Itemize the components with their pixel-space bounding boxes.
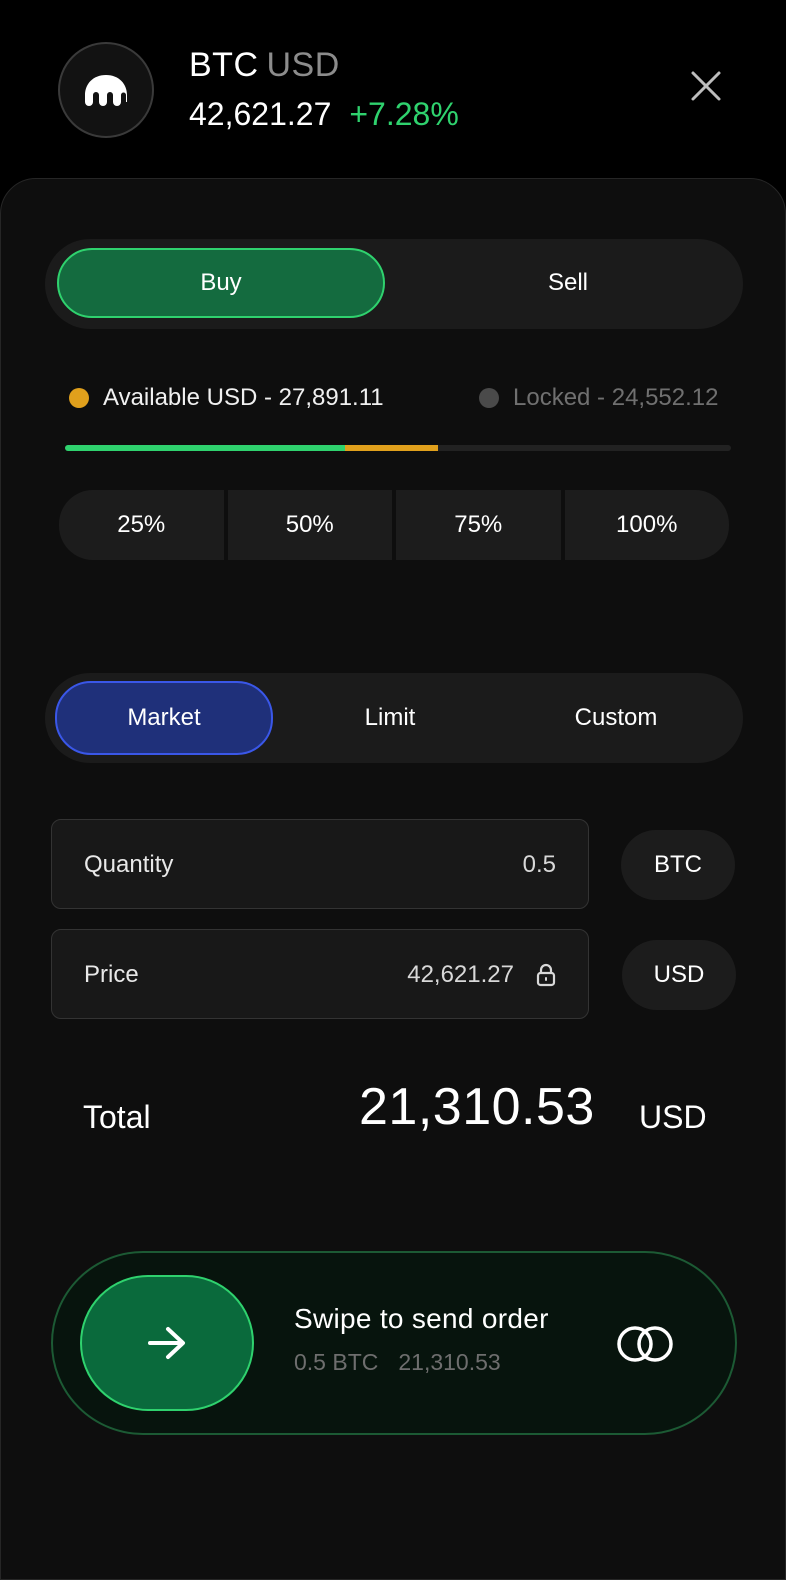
progress-available bbox=[65, 445, 345, 451]
order-sheet: Buy Sell Available USD - 27,891.11 Locke… bbox=[0, 178, 786, 1580]
buy-button[interactable]: Buy bbox=[57, 248, 385, 318]
percent-100-button[interactable]: 100% bbox=[564, 490, 729, 560]
kraken-logo-icon bbox=[58, 42, 154, 138]
price-unit-button[interactable]: USD bbox=[622, 940, 736, 1010]
available-balance-label: Available USD - 27,891.11 bbox=[103, 384, 384, 411]
balance-progress-bar bbox=[65, 445, 731, 451]
sell-button[interactable]: Sell bbox=[403, 248, 733, 318]
quote-asset: USD bbox=[266, 46, 340, 84]
available-dot-icon bbox=[69, 388, 89, 408]
percent-75-button[interactable]: 75% bbox=[396, 490, 561, 560]
price-value: 42,621.27 bbox=[407, 961, 514, 988]
custom-button[interactable]: Custom bbox=[511, 681, 721, 755]
quantity-unit-button[interactable]: BTC bbox=[621, 830, 735, 900]
percent-50-button[interactable]: 50% bbox=[227, 490, 392, 560]
price-change: +7.28% bbox=[349, 96, 459, 132]
swipe-to-send[interactable]: Swipe to send order 0.5 BTC 21,310.53 bbox=[51, 1251, 737, 1435]
pair-title: BTC USD bbox=[189, 44, 340, 86]
double-circle-icon bbox=[617, 1326, 673, 1362]
swipe-summary-qty: 0.5 BTC bbox=[294, 1349, 379, 1375]
locked-dot-icon bbox=[479, 388, 499, 408]
quantity-field[interactable]: Quantity 0.5 bbox=[51, 819, 589, 909]
side-toggle: Buy Sell bbox=[45, 239, 743, 329]
locked-balance: Locked - 24,552.12 bbox=[479, 383, 719, 413]
available-balance: Available USD - 27,891.11 bbox=[69, 383, 384, 413]
price-label: Price bbox=[84, 961, 139, 988]
base-asset: BTC bbox=[189, 46, 259, 84]
close-button[interactable] bbox=[686, 66, 726, 106]
header: BTC USD 42,621.27 +7.28% bbox=[0, 0, 786, 180]
current-price: 42,621.27 bbox=[189, 96, 332, 132]
price-line: 42,621.27 +7.28% bbox=[189, 94, 459, 134]
total-value: 21,310.53 bbox=[359, 1078, 595, 1136]
order-type-toggle: Market Limit Custom bbox=[45, 673, 743, 763]
price-field[interactable]: Price 42,621.27 bbox=[51, 929, 589, 1019]
percent-buttons: 25% 50% 75% 100% bbox=[59, 490, 729, 560]
total-label: Total bbox=[83, 1099, 151, 1135]
limit-button[interactable]: Limit bbox=[285, 681, 495, 755]
quantity-value[interactable]: 0.5 bbox=[523, 820, 556, 910]
progress-locked bbox=[344, 445, 438, 451]
swipe-title: Swipe to send order bbox=[294, 1303, 549, 1334]
swipe-summary-amount: 21,310.53 bbox=[398, 1349, 501, 1375]
market-button[interactable]: Market bbox=[55, 681, 273, 755]
total-unit: USD bbox=[639, 1099, 707, 1135]
close-icon bbox=[691, 71, 721, 101]
swipe-handle[interactable] bbox=[80, 1275, 254, 1411]
quantity-label: Quantity bbox=[84, 851, 174, 878]
percent-25-button[interactable]: 25% bbox=[59, 490, 224, 560]
lock-icon[interactable] bbox=[536, 963, 556, 987]
arrow-right-icon bbox=[148, 1327, 185, 1359]
locked-balance-label: Locked - 24,552.12 bbox=[513, 384, 719, 411]
swipe-summary: 0.5 BTC 21,310.53 bbox=[294, 1349, 501, 1376]
